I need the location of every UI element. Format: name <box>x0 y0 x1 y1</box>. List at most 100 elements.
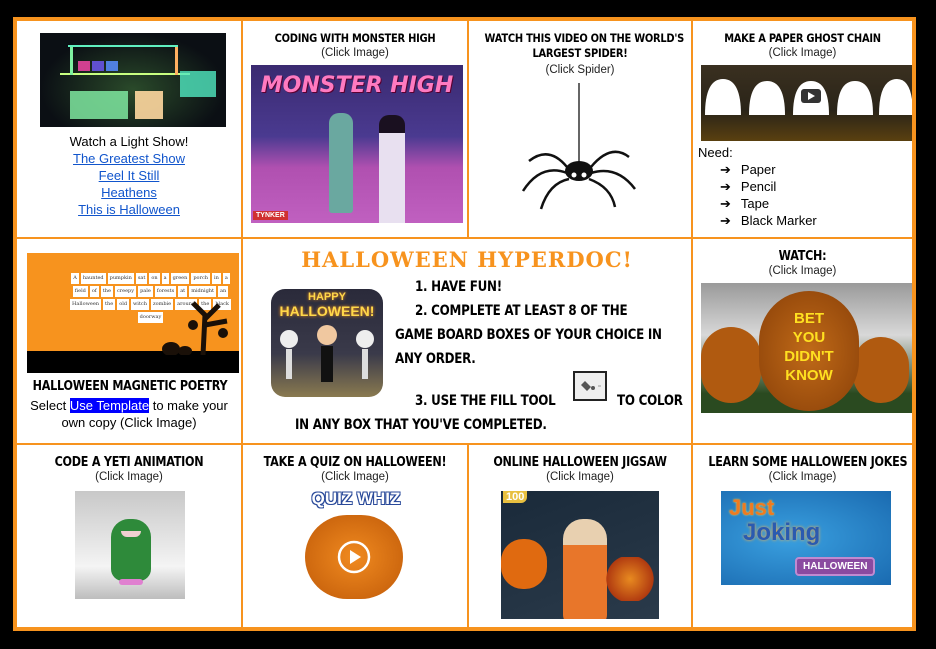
spider-title-line1: Watch this video on the world's <box>484 31 685 45</box>
poetry-word-tile: creepy <box>114 286 137 297</box>
poetry-word-tile: field <box>72 286 88 297</box>
skeletons-icon <box>280 325 374 382</box>
light-show-heading: Watch a Light Show! <box>69 134 189 149</box>
poetry-word-tile: pale <box>138 286 153 297</box>
character-right <box>379 115 405 223</box>
step-2a: 2. Complete at least 8 of the <box>415 303 628 319</box>
hyperdoc-board: Watch a Light Show! The Greatest Show Fe… <box>13 17 916 631</box>
yeti-title: Code a Yeti Animation <box>54 455 204 470</box>
spider-title-line2: largest spider! <box>532 46 628 60</box>
arrow-icon: ➔ <box>720 196 731 211</box>
ghost-chain-image[interactable] <box>701 65 912 141</box>
cell-quiz: Take a Quiz on Halloween! (Click Image) … <box>242 444 468 628</box>
need-item: ➔ Tape <box>720 196 770 211</box>
fill-tool-icon <box>573 371 607 401</box>
happy-halloween-image: HAPPY HALLOWEEN! <box>271 289 383 397</box>
link-the-greatest-show[interactable]: The Greatest Show <box>17 150 241 167</box>
watch-pumpkin-image[interactable]: BET YOU DIDN'T KNOW <box>701 283 912 413</box>
cell-yeti: Code a Yeti Animation (Click Image) <box>16 444 242 628</box>
monster-high-image[interactable]: MONSTER HIGH TYNKER <box>251 65 463 223</box>
jigsaw-pumpkin <box>501 539 547 589</box>
quiz-whiz-logo: QUIZ WHIZ <box>311 489 401 508</box>
jigsaw-image[interactable]: 100 <box>501 491 659 619</box>
step-3b: to color <box>617 393 683 409</box>
jokes-image[interactable]: Just Joking HALLOWEEN <box>721 491 891 585</box>
watch-sub: (Click Image) <box>768 265 837 277</box>
spider-icon[interactable] <box>519 83 639 213</box>
poetry-word-tile: old <box>117 299 130 310</box>
jokes-sub: (Click Image) <box>768 471 837 483</box>
cell-hyperdoc-instructions: HALLOWEEN HYPERDOC! HAPPY HALLOWEEN! 1. … <box>242 238 692 444</box>
poetry-word-tile: sat <box>135 273 148 284</box>
poetry-word-tile: in <box>211 273 221 284</box>
light-show-image[interactable] <box>40 33 226 127</box>
step-3a: 3. Use the fill tool <box>415 393 556 409</box>
need-label: Need: <box>698 145 733 160</box>
cell-watch: Watch: (Click Image) BET YOU DIDN'T KNOW <box>692 238 913 444</box>
link-heathens[interactable]: Heathens <box>17 184 241 201</box>
jigsaw-dog <box>563 519 607 619</box>
poetry-word-tile: Halloween <box>70 299 101 310</box>
poetry-word-tile: green <box>170 273 190 284</box>
cell-jigsaw: Online Halloween Jigsaw (Click Image) 10… <box>468 444 692 628</box>
magnetic-poetry-title: Halloween Magnetic Poetry <box>32 379 228 394</box>
cell-magnetic-poetry: Ahaunted pumpkin sat on a green porch in afield o… <box>16 238 242 444</box>
arrow-icon: ➔ <box>720 179 731 194</box>
poetry-word-tile: the <box>100 286 113 297</box>
hyperdoc-title: HALLOWEEN HYPERDOC! <box>301 247 633 272</box>
monster-high-logo: MONSTER HIGH <box>260 73 454 98</box>
pumpkin-right <box>853 337 909 403</box>
monster-high-sub: (Click Image) <box>321 47 389 59</box>
just-text: Just <box>729 495 775 520</box>
poetry-word-tile: pumpkin <box>107 273 134 284</box>
magnetic-poetry-image[interactable]: Ahaunted pumpkin sat on a green porch in afield o… <box>27 253 239 373</box>
arrow-icon: ➔ <box>720 162 731 177</box>
jigsaw-title: Online Halloween Jigsaw <box>493 455 667 470</box>
yeti-image[interactable] <box>75 491 185 599</box>
house-lights-icon <box>60 45 216 119</box>
link-this-is-halloween[interactable]: This is Halloween <box>17 201 241 218</box>
play-icon <box>337 540 371 574</box>
need-item: ➔ Paper <box>720 162 776 177</box>
quiz-sub: (Click Image) <box>321 471 389 483</box>
piece-count-badge: 100 <box>503 491 528 503</box>
ghost-chain-title: Make a Paper Ghost Chain <box>724 31 881 45</box>
poetry-word-tile: witch <box>131 299 149 310</box>
step-3c: in any box that you've completed. <box>295 417 547 433</box>
yeti-feet <box>119 579 143 585</box>
poetry-word-tile: porch <box>191 273 210 284</box>
pumpkin-left <box>701 327 761 403</box>
magnetic-poetry-instructions: Select Use Template to make your own cop… <box>30 398 228 430</box>
joking-text: Joking <box>743 519 821 546</box>
quiz-image[interactable]: QUIZ WHIZ <box>293 489 419 601</box>
badge-halloween: HALLOWEEN! <box>279 303 375 319</box>
step-1: 1. Have fun! <box>415 279 502 295</box>
cell-ghost-chain: Make a Paper Ghost Chain (Click Image) N… <box>692 20 913 238</box>
cell-light-show: Watch a Light Show! The Greatest Show Fe… <box>16 20 242 238</box>
cell-jokes: Learn Some Halloween Jokes (Click Image)… <box>692 444 913 628</box>
character-left <box>329 113 353 213</box>
ghost-chain-sub: (Click Image) <box>768 47 837 59</box>
need-item: ➔ Black Marker <box>720 213 817 228</box>
yeti-sub: (Click Image) <box>95 471 163 483</box>
jigsaw-leaves <box>605 557 655 601</box>
quiz-title: Take a Quiz on Halloween! <box>263 455 447 470</box>
poetry-word-tile: of <box>89 286 99 297</box>
cell-spider: Watch this video on the world's largest … <box>468 20 692 238</box>
yeti-mouth <box>121 531 141 537</box>
tree-pumpkins-icon <box>162 301 228 355</box>
step-2c: any order. <box>395 351 476 367</box>
monster-high-title: Coding with Monster High <box>274 31 436 45</box>
spider-sub: (Click Spider) <box>545 64 615 76</box>
use-template-highlight: Use Template <box>69 398 150 413</box>
link-feel-it-still[interactable]: Feel It Still <box>17 167 241 184</box>
watch-title: Watch: <box>778 249 827 264</box>
yeti-body <box>111 519 151 581</box>
poetry-word-tile: A <box>71 273 79 284</box>
cell-monster-high: Coding with Monster High (Click Image) M… <box>242 20 468 238</box>
poetry-word-tile: haunted <box>80 273 106 284</box>
need-list: Need: ➔ Paper ➔ Pencil ➔ Tape ➔ Black Marker <box>698 144 817 229</box>
jokes-title: Learn Some Halloween Jokes <box>708 455 908 470</box>
poetry-word-tile: the <box>103 299 116 310</box>
arrow-icon: ➔ <box>720 213 731 228</box>
